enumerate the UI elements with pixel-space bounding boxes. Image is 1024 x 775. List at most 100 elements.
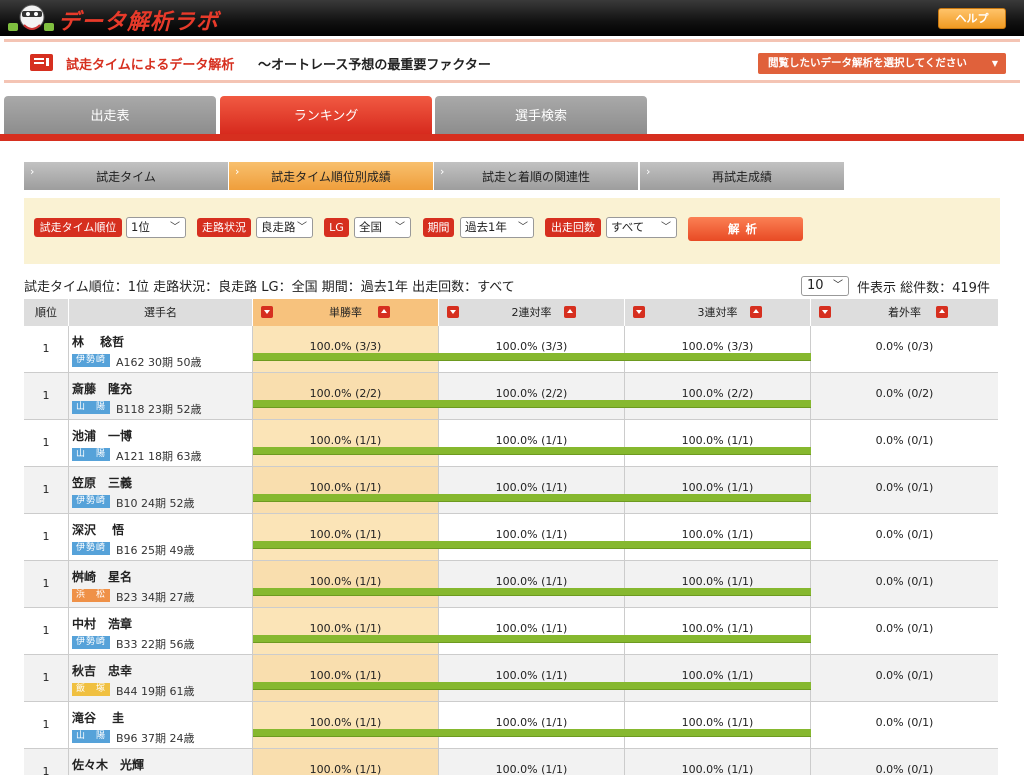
player-meta: B44 19期 61歳 (116, 685, 195, 698)
win-rate-bar (253, 400, 439, 408)
chevron-down-icon: ﹀ (297, 222, 307, 233)
out-rate-cell: 0.0% (0/1) (811, 514, 998, 560)
top3-rate-value: 100.0% (2/2) (681, 387, 754, 400)
period-select[interactable]: 過去1年 ﹀ (460, 217, 534, 238)
sort-desc-icon[interactable] (447, 306, 459, 318)
tab-ranking[interactable]: ランキング (220, 96, 432, 138)
top2-rate-bar (439, 447, 625, 455)
win-rate-value: 100.0% (1/1) (309, 528, 382, 541)
sort-asc-icon[interactable] (750, 306, 762, 318)
table-row: 1 笠原 三義 伊勢崎 B10 24期 52歳 100.0% (1/1) 100.0% (… (24, 467, 998, 514)
top2-rate-value: 100.0% (1/1) (495, 763, 568, 775)
win-rate-value: 100.0% (1/1) (309, 434, 382, 447)
top3-rate-cell: 100.0% (2/2) (625, 373, 811, 419)
player-name-link[interactable]: 斎藤 隆充 (72, 380, 132, 397)
player-cell: 桝崎 星名浜 松 B23 34期 27歳 (69, 561, 253, 607)
lg-badge: 山 陽 (72, 448, 110, 461)
analyze-button[interactable]: 解析 (688, 217, 803, 241)
header-player-name: 選手名 (69, 299, 253, 326)
filter-summary: 試走タイム順位：1位 走路状況：良走路 LG：全国 期間：過去1年 出走回数：す… (24, 280, 515, 295)
top2-rate-bar (439, 635, 625, 643)
lg-select-value: 全国 (359, 220, 382, 234)
tab-underline (0, 134, 1024, 141)
player-name-link[interactable]: 桝崎 星名 (72, 568, 132, 585)
player-name-link[interactable]: 秋吉 忠幸 (72, 662, 132, 679)
player-cell: 池浦 一博山 陽 A121 18期 63歳 (69, 420, 253, 466)
sort-asc-icon[interactable] (936, 306, 948, 318)
out-rate-cell: 0.0% (0/1) (811, 655, 998, 701)
period-select-value: 過去1年 (465, 220, 507, 234)
player-name-link[interactable]: 佐々木 光輝 (72, 756, 144, 773)
win-rate-value: 100.0% (2/2) (309, 387, 382, 400)
player-name-link[interactable]: 中村 浩章 (72, 615, 132, 632)
out-rate-value: 0.0% (0/1) (875, 575, 934, 588)
rank-cell: 1 (24, 702, 69, 748)
player-cell: 深沢 悟伊勢崎 B16 25期 49歳 (69, 514, 253, 560)
table-row: 1 滝谷 圭山 陽 B96 37期 24歳 100.0% (1/1) 100.0% (1… (24, 702, 998, 749)
top2-rate-value: 100.0% (1/1) (495, 528, 568, 541)
win-rate-bar (253, 447, 439, 455)
top2-rate-cell: 100.0% (1/1) (439, 467, 625, 513)
per-page-value: 10 (807, 278, 824, 293)
top3-rate-value: 100.0% (1/1) (681, 716, 754, 729)
lg-filter-label: LG (324, 218, 349, 237)
player-name-link[interactable]: 林 稔哲 (72, 333, 124, 350)
top2-rate-value: 100.0% (1/1) (495, 434, 568, 447)
tab-entry-list[interactable]: 出走表 (4, 96, 216, 134)
rank-cell: 1 (24, 467, 69, 513)
top3-rate-value: 100.0% (1/1) (681, 763, 754, 775)
out-rate-value: 0.0% (0/1) (875, 716, 934, 729)
table-row: 1 深沢 悟伊勢崎 B16 25期 49歳 100.0% (1/1) 100.0% (1… (24, 514, 998, 561)
top-bar: データ解析ラボ ヘルプ (0, 0, 1024, 36)
subtab-trial-finish-relation[interactable]: 試走と着順の関連性 (434, 157, 638, 190)
win-rate-bar (253, 588, 439, 596)
top3-rate-value: 100.0% (1/1) (681, 528, 754, 541)
tab-player-search[interactable]: 選手検索 (435, 96, 647, 134)
top2-rate-cell: 100.0% (2/2) (439, 373, 625, 419)
count-select-value: すべて (611, 220, 645, 234)
subtab-trial-rank-results[interactable]: 試走タイム順位別成績 (229, 157, 433, 190)
win-rate-value: 100.0% (1/1) (309, 575, 382, 588)
page-subtitle: 〜オートレース予想の最重要ファクター (258, 58, 491, 73)
road-select[interactable]: 良走路 ﹀ (256, 217, 313, 238)
player-name-link[interactable]: 笠原 三義 (72, 474, 132, 491)
count-filter-label: 出走回数 (545, 218, 601, 237)
count-select[interactable]: すべて ﹀ (606, 217, 677, 238)
player-meta: B16 25期 49歳 (116, 544, 195, 557)
lg-badge: 伊勢崎 (72, 354, 110, 367)
player-meta: A162 30期 50歳 (116, 356, 202, 369)
sort-asc-icon[interactable] (564, 306, 576, 318)
rank-cell: 1 (24, 373, 69, 419)
out-rate-value: 0.0% (0/1) (875, 528, 934, 541)
sort-desc-icon[interactable] (819, 306, 831, 318)
top2-rate-value: 100.0% (1/1) (495, 669, 568, 682)
out-rate-cell: 0.0% (0/1) (811, 608, 998, 654)
player-cell: 林 稔哲伊勢崎 A162 30期 50歳 (69, 326, 253, 372)
analysis-select-button[interactable]: 閲覧したいデータ解析を選択してください ▼ (758, 53, 1006, 74)
sort-desc-icon[interactable] (261, 306, 273, 318)
player-name-link[interactable]: 深沢 悟 (72, 521, 124, 538)
top3-rate-bar (625, 541, 811, 549)
help-button[interactable]: ヘルプ (938, 8, 1006, 29)
per-page-select[interactable]: 10 ﹀ (801, 276, 849, 296)
top3-rate-cell: 100.0% (1/1) (625, 561, 811, 607)
top2-rate-bar (439, 588, 625, 596)
rank-cell: 1 (24, 655, 69, 701)
lg-badge: 伊勢崎 (72, 495, 110, 508)
player-cell: 秋吉 忠幸飯 塚 B44 19期 61歳 (69, 655, 253, 701)
top3-rate-cell: 100.0% (1/1) (625, 467, 811, 513)
lg-select[interactable]: 全国 ﹀ (354, 217, 411, 238)
player-name-link[interactable]: 池浦 一博 (72, 427, 132, 444)
rank-select[interactable]: 1位 ﹀ (126, 217, 186, 238)
player-name-link[interactable]: 滝谷 圭 (72, 709, 124, 726)
out-rate-cell: 0.0% (0/1) (811, 749, 998, 775)
sort-asc-icon[interactable] (378, 306, 390, 318)
subtab-trial-time[interactable]: 試走タイム (24, 157, 228, 190)
top3-rate-value: 100.0% (1/1) (681, 669, 754, 682)
table-row: 1 桝崎 星名浜 松 B23 34期 27歳 100.0% (1/1) 100.0% (… (24, 561, 998, 608)
subtab-retrial-results[interactable]: 再試走成績 (640, 157, 844, 190)
win-rate-value: 100.0% (3/3) (309, 340, 382, 353)
sort-desc-icon[interactable] (633, 306, 645, 318)
top3-rate-cell: 100.0% (1/1) (625, 608, 811, 654)
top3-rate-value: 100.0% (1/1) (681, 622, 754, 635)
